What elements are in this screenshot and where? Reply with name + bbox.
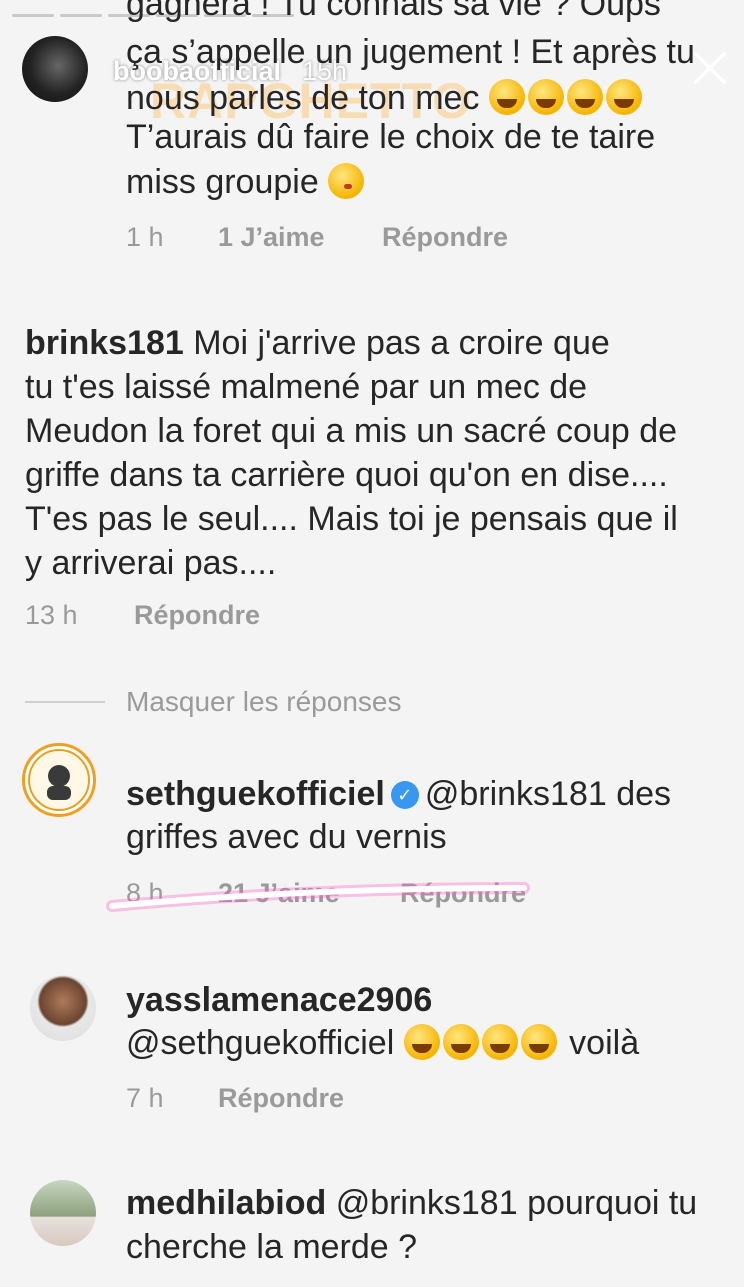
comment1-line4: miss groupie [126, 163, 319, 201]
comment1-time: 1 h [126, 222, 164, 252]
rolling-laughing-emoji [605, 79, 642, 115]
reply3-username[interactable]: medhilabiod [126, 1184, 326, 1222]
reply3-line1-row: medhilabiod @brinks181 pourquoi tu [126, 1181, 697, 1226]
rolling-laughing-emoji [488, 79, 525, 115]
reply1-text-b: griffes avec du vernis [126, 818, 447, 856]
comment1-likes[interactable]: 1 J’aime [218, 222, 325, 253]
comment2-username[interactable]: brinks181 [25, 324, 184, 362]
comment2-line3: Meudon la foret qui a mis un sacré coup … [25, 412, 678, 450]
verified-badge-icon: ✓ [390, 781, 419, 809]
reply1-text-a: des [616, 775, 672, 813]
comment1-line3: T’aurais dû faire le choix de te taire [126, 118, 656, 156]
reply2-username[interactable]: yasslamenace2906 [126, 978, 432, 1023]
comment2-line6: y arriverai pas.... [25, 544, 277, 582]
reply2-time: 7 h [126, 1083, 164, 1113]
comment1-reply-button[interactable]: Répondre [382, 222, 508, 253]
rolling-laughing-emoji [403, 1024, 440, 1060]
rolling-laughing-emoji [566, 79, 603, 115]
reply2-line-row: @sethguekofficiel voilà [126, 1021, 639, 1066]
rolling-laughing-emoji [442, 1024, 479, 1060]
comment2-line1: Moi j'arrive pas a croire que [193, 324, 610, 362]
reply2-text: voilà [569, 1024, 640, 1062]
reply1-mention[interactable]: @brinks181 [425, 775, 607, 813]
comment2-reply-button[interactable]: Répondre [134, 600, 260, 631]
comment1-line0: gagnera ! Tu connais sa vie ? Oups [126, 0, 661, 23]
reply3-mention[interactable]: @brinks181 [336, 1184, 518, 1222]
grinning-squinting-emoji [520, 1024, 557, 1060]
reply1-line1-row: sethguekofficiel ✓ @brinks181 des [126, 772, 671, 817]
comment2-line1-row: brinks181 Moi j'arrive pas a croire que [25, 321, 610, 366]
reply1-avatar-logo [28, 749, 90, 811]
comment2-time: 13 h [25, 600, 78, 630]
story-progress-bar-1 [12, 14, 54, 17]
rolling-laughing-emoji [481, 1024, 518, 1060]
close-icon[interactable] [690, 48, 730, 88]
rolling-laughing-emoji [527, 79, 564, 115]
reply3-avatar[interactable] [30, 1180, 96, 1246]
comment1-line1: ça s’appelle un jugement ! Et après tu [126, 33, 695, 71]
highlight-underline [106, 882, 530, 912]
comment2-line2: tu t'es laissé malmené par un mec de [25, 368, 588, 406]
comment1-line4-row: miss groupie [126, 160, 367, 205]
reply2-mention[interactable]: @sethguekofficiel [126, 1024, 394, 1062]
comment1-line2: nous parles de ton mec [126, 79, 480, 117]
hide-replies-button[interactable]: Masquer les réponses [126, 686, 401, 718]
reply3-text-a: pourquoi tu [527, 1184, 698, 1222]
story-avatar[interactable] [22, 36, 88, 102]
reply3-text-b: cherche la merde ? [126, 1228, 418, 1266]
story-progress-bar-2 [60, 14, 102, 17]
reply1-username[interactable]: sethguekofficiel [126, 775, 385, 813]
reply1-avatar[interactable] [22, 743, 96, 817]
kissing-face-emoji [328, 163, 365, 199]
reply2-reply-button[interactable]: Répondre [218, 1083, 344, 1114]
reply2-avatar[interactable] [30, 975, 96, 1041]
replies-divider [25, 701, 105, 703]
comment2-line5: T'es pas le seul.... Mais toi je pensais… [25, 500, 678, 538]
comment2-line4: griffe dans ta carrière quoi qu'on en di… [25, 456, 668, 494]
